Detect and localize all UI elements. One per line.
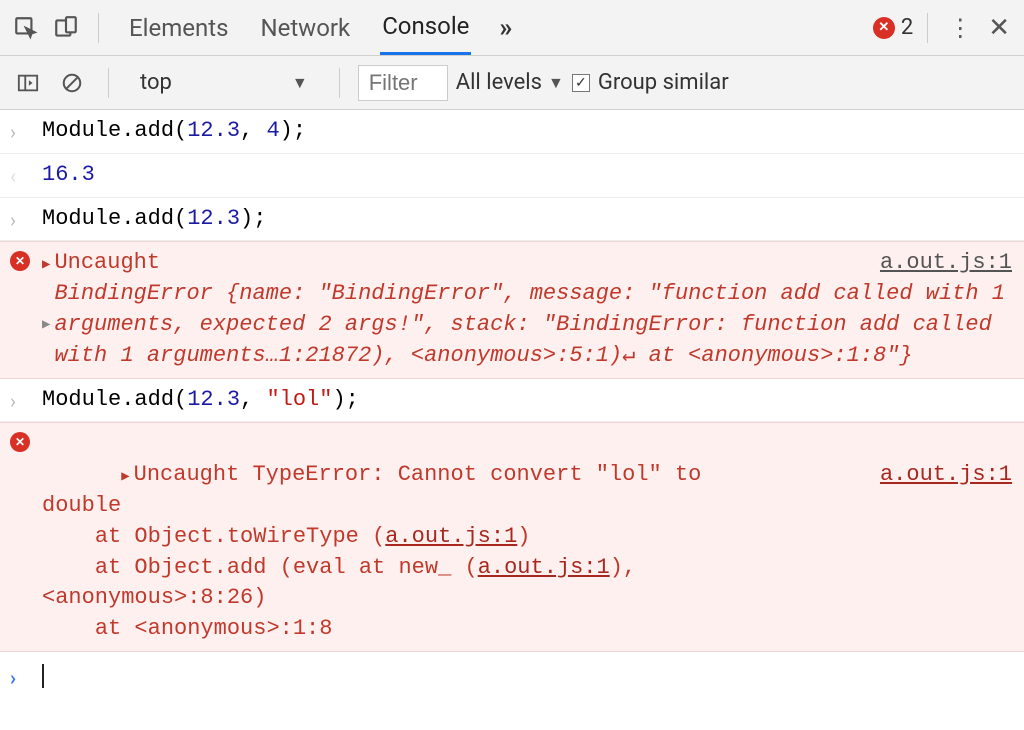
cursor <box>42 664 44 688</box>
console-log-area: › Module.add(12.3, 4); ‹ 16.3 › Module.a… <box>0 110 1024 699</box>
console-error-row: ✕ a.out.js:1▶Uncaught TypeError: Cannot … <box>0 422 1024 652</box>
inspect-icon[interactable] <box>8 10 44 46</box>
input-code[interactable]: Module.add(12.3, 4); <box>42 116 1012 147</box>
devtools-top-toolbar: Elements Network Console » 2 ⋮ ✕ <box>0 0 1024 56</box>
context-selector[interactable]: top ▼ <box>127 66 321 99</box>
console-output-row: ‹ 16.3 <box>0 154 1024 198</box>
error-message[interactable]: a.out.js:1▶Uncaught TypeError: Cannot co… <box>42 429 1012 645</box>
input-chevron-icon: › <box>10 116 32 147</box>
clear-console-icon[interactable] <box>54 65 90 101</box>
expand-triangle-icon[interactable]: ▶ <box>121 468 129 488</box>
close-icon[interactable]: ✕ <box>982 13 1016 43</box>
source-link[interactable]: a.out.js:1 <box>880 460 1012 491</box>
console-input-row: › Module.add(12.3); <box>0 198 1024 242</box>
input-chevron-icon: › <box>10 204 32 235</box>
panel-tabs: Elements Network Console » <box>127 0 869 55</box>
sidebar-toggle-icon[interactable] <box>10 65 46 101</box>
error-icon <box>873 17 895 39</box>
source-link[interactable]: a.out.js:1 <box>478 555 610 580</box>
tab-network[interactable]: Network <box>258 2 352 54</box>
levels-label: All levels <box>456 70 542 95</box>
device-toggle-icon[interactable] <box>48 10 84 46</box>
separator <box>927 13 928 43</box>
error-object[interactable]: BindingError {name: "BindingError", mess… <box>54 279 1012 371</box>
error-count-badge[interactable]: 2 <box>873 15 913 40</box>
kebab-menu-icon[interactable]: ⋮ <box>942 14 978 42</box>
console-error-row: ✕ a.out.js:1 ▶Uncaught ▶BindingError {na… <box>0 241 1024 378</box>
expand-triangle-icon[interactable]: ▶ <box>42 256 50 276</box>
input-chevron-icon: › <box>10 385 32 416</box>
error-message[interactable]: a.out.js:1 ▶Uncaught ▶BindingError {name… <box>42 248 1012 371</box>
separator <box>98 13 99 43</box>
tab-elements[interactable]: Elements <box>127 2 230 54</box>
prompt-chevron-icon: › <box>10 662 32 693</box>
input-code[interactable]: Module.add(12.3); <box>42 204 1012 235</box>
console-toolbar: top ▼ All levels ▼ ✓ Group similar <box>0 56 1024 110</box>
group-similar-label: Group similar <box>598 70 729 95</box>
filter-input[interactable] <box>358 65 448 101</box>
tab-console[interactable]: Console <box>380 0 471 55</box>
chevron-down-icon: ▼ <box>548 73 564 93</box>
group-similar-checkbox[interactable]: ✓ <box>572 74 590 92</box>
log-levels-selector[interactable]: All levels ▼ <box>456 70 564 95</box>
source-link[interactable]: a.out.js:1 <box>385 524 517 549</box>
console-input-row: › Module.add(12.3, "lol"); <box>0 379 1024 423</box>
error-count: 2 <box>901 15 913 40</box>
source-link[interactable]: a.out.js:1 <box>880 248 1012 279</box>
error-icon: ✕ <box>10 248 32 371</box>
expand-triangle-icon[interactable]: ▶ <box>42 316 50 336</box>
input-code[interactable]: Module.add(12.3, "lol"); <box>42 385 1012 416</box>
separator <box>339 68 340 98</box>
context-value: top <box>128 67 292 98</box>
chevron-down-icon: ▼ <box>292 73 308 93</box>
console-prompt[interactable]: › <box>0 652 1024 699</box>
console-input[interactable] <box>42 662 1012 693</box>
more-tabs-icon[interactable]: » <box>499 13 512 43</box>
output-chevron-icon: ‹ <box>10 160 32 191</box>
error-icon: ✕ <box>10 429 32 645</box>
separator <box>108 68 109 98</box>
console-input-row: › Module.add(12.3, 4); <box>0 110 1024 154</box>
output-value[interactable]: 16.3 <box>42 160 1012 191</box>
